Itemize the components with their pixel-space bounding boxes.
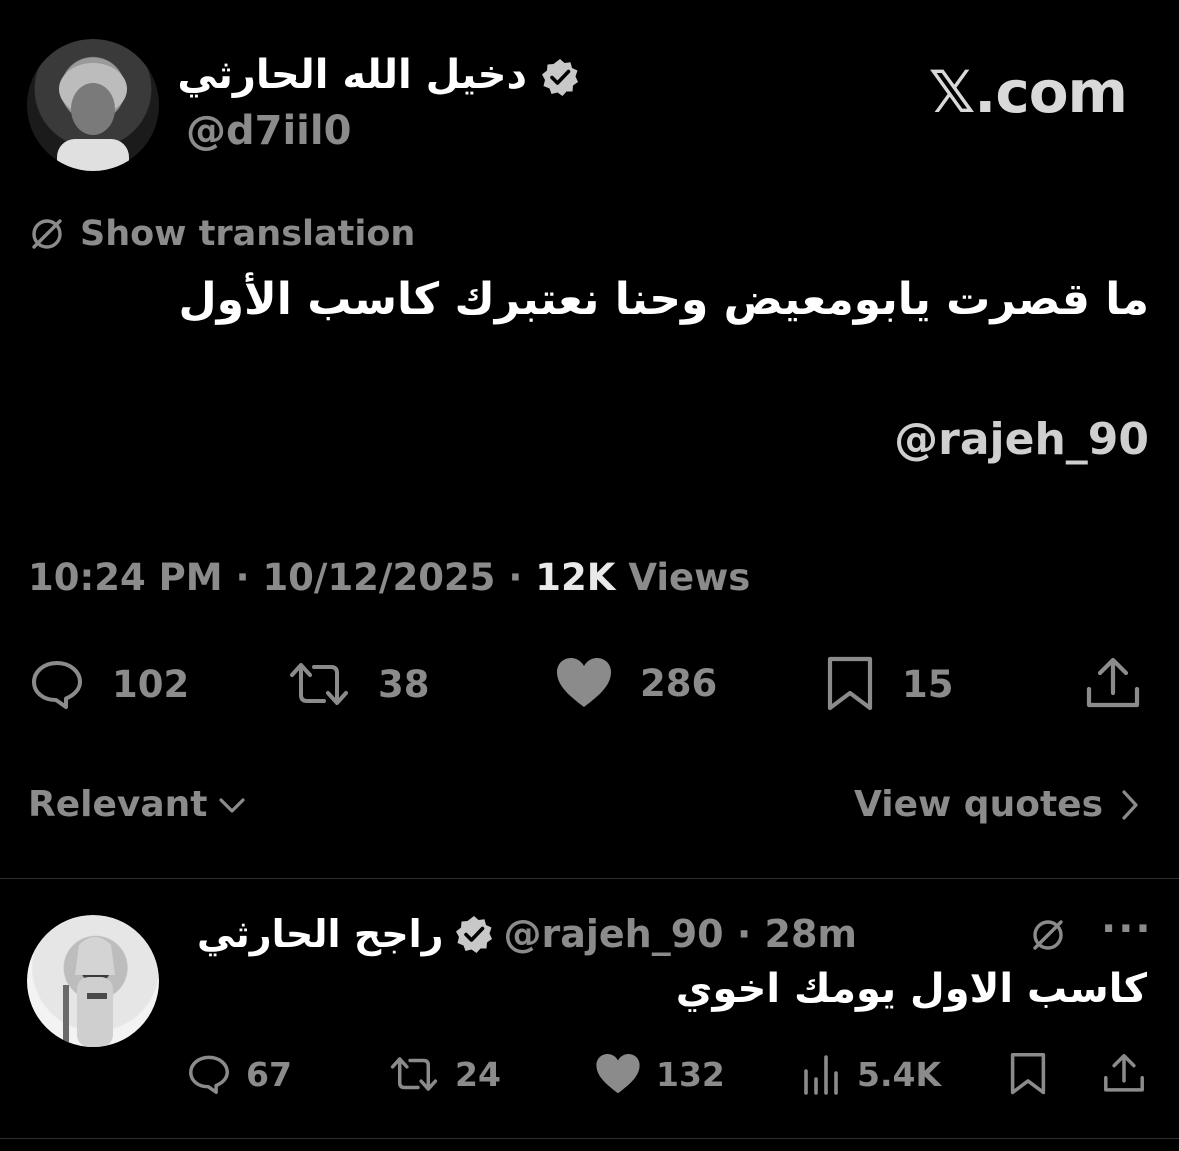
reply-count: 102: [112, 662, 190, 706]
reply-reply-count: 67: [246, 1054, 292, 1094]
reply-views-count: 5.4K: [857, 1054, 942, 1094]
translate-icon: [32, 219, 62, 249]
reply-avatar-image: [63, 937, 115, 1047]
views-count: 12K: [535, 556, 616, 599]
reply-icon: [189, 1055, 229, 1094]
bookmark-icon: [1010, 1053, 1046, 1095]
chevron-right-icon: [1122, 789, 1138, 820]
like-count: 286: [640, 661, 718, 705]
author-handle[interactable]: @d7iil0: [186, 108, 351, 154]
share-icon: [1086, 657, 1140, 708]
bookmark-count: 15: [902, 662, 954, 706]
retweet-button[interactable]: 38: [286, 655, 430, 713]
reply-author-avatar[interactable]: [27, 915, 159, 1047]
reply-like-button[interactable]: 132: [594, 1051, 725, 1097]
bookmark-button[interactable]: 15: [824, 655, 954, 713]
reply-reply-button[interactable]: 67: [186, 1051, 292, 1097]
bookmark-icon: [827, 656, 873, 711]
tweet-time[interactable]: 10:24 PM: [28, 556, 223, 599]
view-quotes-link[interactable]: View quotes: [854, 784, 1143, 825]
sort-label: Relevant: [28, 784, 208, 825]
author-name[interactable]: دخيل الله الحارثي: [177, 52, 527, 98]
author-avatar-image: [57, 63, 129, 171]
tweet-date[interactable]: 10/12/2025: [262, 556, 495, 599]
view-quotes-label: View quotes: [854, 784, 1103, 825]
sort-dropdown[interactable]: Relevant: [28, 784, 248, 825]
tweet-meta: 10:24 PM · 10/12/2025 · 12K Views: [28, 556, 750, 599]
chevron-down-icon: [218, 797, 245, 813]
brand-logo: 𝕏.com: [928, 58, 1128, 126]
reply-bookmark-button[interactable]: [1008, 1051, 1048, 1097]
more-icon[interactable]: ···: [1101, 906, 1153, 952]
views-label: Views: [628, 556, 751, 599]
reply-author-name[interactable]: راجح الحارثي: [197, 912, 443, 956]
divider: [0, 1138, 1179, 1139]
tweet-text: ما قصرت يابومعيض وحنا نعتبرك كاسب الأول: [178, 274, 1150, 325]
meta-separator: ·: [235, 556, 250, 599]
reply-button[interactable]: 102: [28, 655, 189, 713]
reply-share-button[interactable]: [1102, 1051, 1146, 1097]
like-button[interactable]: 286: [554, 655, 717, 711]
reply-retweet-count: 24: [455, 1054, 501, 1094]
reply-header: راجح الحارثي @rajeh_90 · 28m: [197, 912, 857, 956]
verified-badge-icon: [455, 916, 492, 953]
divider: [0, 878, 1179, 879]
reply-handle-time[interactable]: @rajeh_90 · 28m: [504, 912, 858, 956]
like-icon: [596, 1054, 640, 1094]
reply-like-count: 132: [656, 1054, 725, 1094]
verified-badge-icon: [542, 59, 578, 96]
show-translation-label: Show translation: [80, 214, 416, 254]
reply-retweet-button[interactable]: 24: [387, 1051, 501, 1097]
share-icon: [1104, 1054, 1144, 1092]
views-icon: [804, 1055, 838, 1095]
meta-separator: ·: [508, 556, 523, 599]
reply-text: كاسب الاول يومك اخوي: [675, 966, 1147, 1012]
show-translation-button[interactable]: Show translation: [28, 212, 415, 256]
retweet-icon: [390, 1057, 438, 1091]
share-button[interactable]: [1084, 655, 1142, 713]
like-icon: [557, 658, 611, 707]
translate-icon[interactable]: [1028, 915, 1068, 955]
retweet-count: 38: [378, 662, 430, 706]
tweet-mention-link[interactable]: @rajeh_90: [894, 414, 1149, 465]
author-avatar[interactable]: [27, 39, 159, 171]
retweet-icon: [290, 663, 348, 705]
reply-icon: [32, 661, 82, 709]
reply-views-button[interactable]: 5.4K: [801, 1051, 941, 1097]
